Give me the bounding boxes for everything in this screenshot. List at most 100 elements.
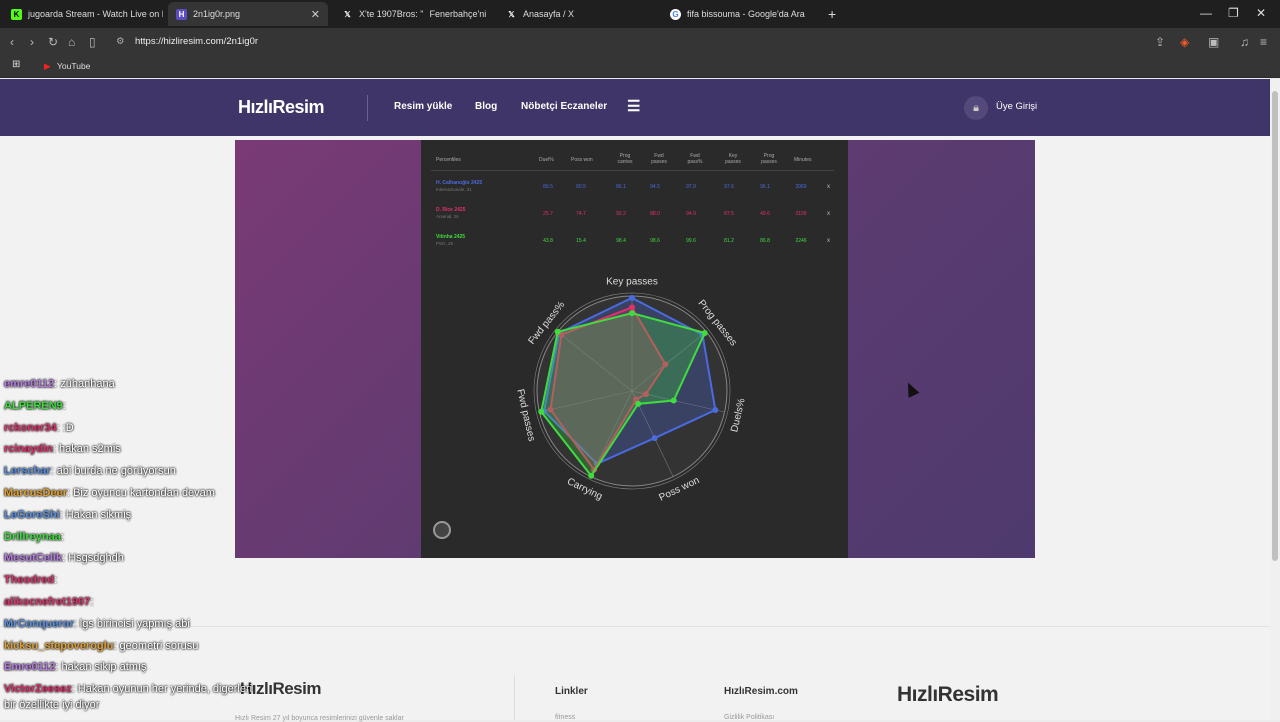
chat-text: : geometri sorusu — [113, 639, 199, 652]
menu-icon[interactable]: ≡ — [1260, 35, 1267, 49]
remove-player-button[interactable]: x — [827, 211, 830, 217]
nav-blog[interactable]: Blog — [475, 101, 497, 112]
new-tab-icon[interactable]: + — [828, 6, 836, 22]
apps-icon[interactable]: ⊞ — [12, 59, 20, 70]
chat-username[interactable]: rckoner34 — [4, 422, 57, 434]
nav-upload[interactable]: Resim yükle — [394, 101, 452, 112]
radar-axis-label: Duels% — [729, 397, 747, 433]
address-bar-row: ‹ › ↻ ⌂ ▯ ⚙ https://hizliresim.com/2n1ig… — [0, 28, 1280, 56]
bookmark-icon[interactable]: ▯ — [89, 35, 96, 49]
chat-username[interactable]: rcinaydin — [4, 443, 53, 455]
table-cell: 60.5 — [576, 184, 586, 190]
site-logo[interactable]: HızlıResim — [238, 97, 325, 118]
table-header: Prog carries — [617, 153, 633, 165]
chat-message: VictorZeesez: Hakan oyunun her yerinde, … — [4, 683, 252, 695]
table-header: Duel% — [539, 157, 554, 163]
table-cell: 86.1 — [616, 184, 626, 190]
minimize-icon[interactable]: — — [1200, 6, 1212, 20]
footer-divider — [514, 675, 515, 721]
table-cell: 97.6 — [724, 184, 734, 190]
chat-text: : hakan sikip atmış — [55, 661, 147, 674]
site-info-icon[interactable]: ⚙ — [116, 32, 125, 52]
forward-icon[interactable]: › — [30, 35, 34, 49]
url-field[interactable]: ⚙ https://hizliresim.com/2n1ig0r — [110, 32, 1170, 52]
window-close-icon[interactable]: ✕ — [1256, 6, 1266, 20]
footer-logo[interactable]: HızlıResim — [240, 679, 321, 699]
chat-username[interactable]: VictorZeesez — [4, 683, 72, 695]
radar-point — [670, 397, 677, 404]
table-cell: 15.4 — [576, 238, 586, 244]
remove-player-button[interactable]: x — [827, 184, 830, 190]
page-scrollbar[interactable] — [1270, 79, 1280, 720]
reload-icon[interactable]: ↻ — [48, 35, 58, 49]
back-icon[interactable]: ‹ — [10, 35, 14, 49]
table-cell: 94.5 — [650, 184, 660, 190]
table-cell: 99.6 — [686, 238, 696, 244]
chat-text: : Hakan sikmiş — [59, 508, 132, 521]
login-link[interactable]: Üye Girişi — [996, 101, 1037, 112]
table-cell: 2246 — [795, 238, 807, 244]
tab-title: jugoarda Stream - Watch Live on Kick — [28, 9, 163, 19]
table-header: Fwd passes — [651, 153, 667, 165]
tab-hizliresim[interactable]: H 2n1ig0r.png ✕ — [168, 2, 328, 26]
chat-username[interactable]: alikocnefret1907 — [4, 596, 90, 608]
table-header: Minutes — [794, 157, 812, 163]
chat-text: : zühanhana — [54, 378, 115, 390]
tab-title: fifa bissouma - Google'da Ara — [687, 9, 805, 19]
tab-kick[interactable]: K jugoarda Stream - Watch Live on Kick — [3, 2, 163, 26]
tab-x-home[interactable]: 𝕏 Anasayfa / X — [498, 2, 658, 26]
scrollbar-thumb[interactable] — [1272, 91, 1278, 561]
tab-x-1907bros[interactable]: 𝕏 X'te 1907Bros: " Fenerbahçe'ni — [334, 2, 494, 26]
tab-google[interactable]: G fifa bissouma - Google'da Ara — [662, 2, 822, 26]
sidebar-icon[interactable]: ▣ — [1208, 35, 1219, 49]
chat-username[interactable]: ALPEREN9 — [4, 400, 63, 412]
media-icon[interactable]: ♫ — [1240, 35, 1249, 49]
chat-text: : Hakan oyunun her yerinde, digerleri — [71, 683, 253, 696]
footer-logo-large[interactable]: HızlıResim — [897, 683, 999, 707]
chat-text: : Hsgsdghdh — [62, 552, 124, 565]
table-header: Fwd pass% — [687, 153, 703, 165]
chat-text: : — [54, 574, 58, 587]
browser-tab-bar: K jugoarda Stream - Watch Live on Kick H… — [0, 0, 1280, 28]
stats-table: Percentiles Duel% Poss won Prog carries … — [421, 140, 848, 270]
table-cell: 92.2 — [616, 211, 626, 217]
brave-shield-icon[interactable]: ◈ — [1180, 35, 1189, 49]
chat-username[interactable]: kicksu_stepoveroglu — [4, 640, 113, 652]
footer-heading-links: Linkler — [555, 686, 588, 697]
chat-message: Theodred: — [4, 574, 57, 586]
home-icon[interactable]: ⌂ — [68, 35, 75, 49]
chat-message: bir özellikte iyi diyor — [4, 699, 99, 711]
youtube-icon: ▶ — [44, 61, 51, 71]
chat-username[interactable]: MarcusDeer — [4, 487, 67, 499]
chat-username[interactable]: Theodred — [4, 574, 54, 586]
chat-username[interactable]: Lerschar — [4, 465, 50, 477]
chat-message: ALPEREN9: — [4, 400, 66, 412]
table-cell: 96.1 — [760, 184, 770, 190]
maximize-icon[interactable]: ❐ — [1228, 6, 1239, 20]
table-cell: 98.6 — [650, 238, 660, 244]
radar-point — [712, 407, 719, 414]
chat-message: LeGoreShi: Hakan sikmiş — [4, 509, 131, 521]
bookmark-youtube[interactable]: YouTube — [57, 61, 90, 71]
hamburger-menu-icon[interactable]: ☰ — [627, 97, 640, 115]
close-icon[interactable]: ✕ — [311, 8, 320, 21]
chat-username[interactable]: MrConqueror — [4, 618, 74, 630]
player-club: Arsenal, 26 — [436, 214, 459, 219]
chat-username[interactable]: LeGoreShi — [4, 509, 60, 521]
table-header: Key passes — [725, 153, 741, 165]
tab-title-extra: Fenerbahçe'ni — [429, 9, 487, 19]
nav-pharmacies[interactable]: Nöbetçi Eczaneler — [521, 101, 607, 112]
radar-axis-label: Fwd passes — [514, 388, 537, 442]
table-cell: 87.5 — [724, 211, 734, 217]
chat-username[interactable]: Drillreynaa — [4, 531, 61, 543]
site-header: HızlıResim Resim yükle Blog Nöbetçi Ecza… — [0, 79, 1270, 136]
radar-point — [629, 294, 635, 301]
share-icon[interactable]: ⇪ — [1155, 35, 1165, 49]
lock-icon[interactable]: 🔒︎ — [964, 96, 988, 120]
table-cell: 2069 — [795, 184, 807, 190]
player-name: H. Calhanoğlu 2425 — [436, 180, 483, 186]
remove-player-button[interactable]: x — [827, 238, 830, 244]
chat-username[interactable]: MesutCelik — [4, 552, 62, 564]
chat-username[interactable]: Emre0112 — [4, 661, 55, 673]
chat-username[interactable]: emre0112 — [4, 378, 54, 390]
